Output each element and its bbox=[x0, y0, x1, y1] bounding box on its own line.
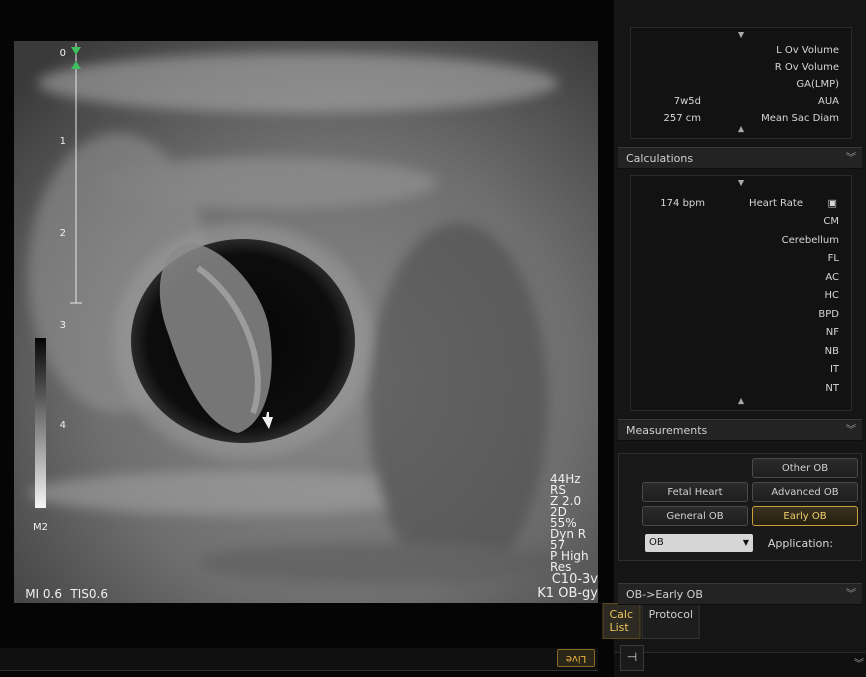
heart-rate-value: 174 bpm bbox=[660, 198, 705, 209]
collapse-chevron-icon[interactable]: ︽ bbox=[854, 656, 864, 671]
general-ob-button[interactable]: General OB bbox=[642, 506, 748, 526]
measurement-item[interactable]: IT bbox=[830, 365, 839, 376]
measurement-item[interactable]: CM bbox=[823, 217, 839, 228]
imaging-parameters: 44Hz RS Z 2.0 2D 55% Dyn R 57 P High Res bbox=[550, 472, 594, 574]
panel-top-strip: ︽ bbox=[614, 652, 866, 677]
pin-button[interactable]: ⊣ bbox=[620, 645, 644, 671]
application-block: Application: OB ▼ Early OB General OB Ad… bbox=[618, 453, 862, 561]
depth-tick-label: 2 bbox=[59, 228, 66, 239]
fetal-heart-button[interactable]: Fetal Heart bbox=[642, 482, 748, 502]
scroll-down-icon[interactable]: ▼ bbox=[631, 125, 851, 134]
chevron-down-icon: ︾ bbox=[846, 153, 856, 164]
heart-rate-marker-icon: ▣ bbox=[827, 198, 837, 209]
calculations-list: ▼ Mean Sac Diam 257 cm AUA 7w5d GA(LMP) R Ov … bbox=[630, 27, 852, 139]
calculation-item[interactable]: R Ov Volume bbox=[775, 62, 839, 73]
mi-readout: MI 0.6 bbox=[25, 587, 62, 601]
dropdown-arrow-icon: ▼ bbox=[742, 538, 749, 547]
section-ob-early[interactable]: OB->Early OB ︾ bbox=[618, 583, 862, 605]
measurement-item[interactable]: NT bbox=[825, 383, 839, 394]
measurement-item[interactable]: NB bbox=[825, 346, 839, 357]
measurement-item[interactable]: Cerebellum bbox=[782, 235, 839, 246]
depth-tick-label: 3 bbox=[59, 320, 66, 331]
imaging-param: Dyn R 57 bbox=[550, 527, 587, 552]
chevron-down-icon: ︾ bbox=[846, 589, 856, 600]
ultrasound-image bbox=[14, 41, 598, 603]
application-select[interactable]: OB ▼ bbox=[645, 534, 753, 552]
section-measurements[interactable]: Measurements ︾ bbox=[618, 419, 862, 441]
measurement-item[interactable]: HC bbox=[824, 291, 839, 302]
imaging-param: Res bbox=[550, 560, 572, 574]
application-label: Application: bbox=[767, 537, 833, 550]
status-bar: Live bbox=[0, 648, 598, 671]
preset-label: K1 OB-gy bbox=[537, 586, 598, 601]
gray-map-bar bbox=[35, 338, 46, 508]
measurement-item[interactable]: Heart Rate bbox=[749, 198, 803, 209]
calculation-value: 257 cm bbox=[663, 113, 701, 124]
live-button[interactable]: Live bbox=[557, 649, 595, 667]
scroll-up-icon[interactable]: ▲ bbox=[631, 31, 851, 40]
tis-readout: TIS0.6 bbox=[70, 587, 108, 601]
advanced-ob-button[interactable]: Advanced OB bbox=[752, 482, 858, 502]
measurements-list: ▼ NT IT NB NF BPD HC AC FL Cerebellum CM Heart Rat… bbox=[630, 175, 852, 411]
tab-protocol[interactable]: Protocol bbox=[641, 603, 700, 639]
scroll-up-icon[interactable]: ▲ bbox=[631, 179, 851, 188]
measurement-item[interactable]: FL bbox=[828, 254, 839, 265]
probe-label: C10-3v bbox=[551, 572, 598, 587]
chevron-down-icon: ︾ bbox=[846, 425, 856, 436]
depth-tick-label: 0 bbox=[59, 48, 66, 59]
calculation-item[interactable]: AUA bbox=[818, 96, 839, 107]
scroll-down-icon[interactable]: ▼ bbox=[631, 397, 851, 406]
section-calculations[interactable]: Calculations ︾ bbox=[618, 147, 862, 169]
calculation-value: 7w5d bbox=[673, 96, 701, 107]
calculation-item[interactable]: L Ov Volume bbox=[776, 45, 839, 56]
measurement-item[interactable]: BPD bbox=[818, 309, 839, 320]
measurement-item[interactable]: NF bbox=[826, 328, 839, 339]
early-ob-button[interactable]: Early OB bbox=[752, 506, 858, 526]
other-ob-button[interactable]: Other OB bbox=[752, 458, 858, 478]
calculation-item[interactable]: GA(LMP) bbox=[796, 79, 839, 90]
control-panel: ︽ ⊣ Protocol Calc List OB->Early OB ︾ Ap… bbox=[602, 0, 866, 677]
depth-tick-label: 1 bbox=[59, 136, 66, 147]
measurement-item[interactable]: AC bbox=[825, 272, 839, 283]
depth-tick-label: 4 bbox=[59, 420, 66, 431]
calculation-item[interactable]: Mean Sac Diam bbox=[761, 113, 839, 124]
ultrasound-viewport[interactable]: TIS0.6 MI 0.6 K1 OB-gy C10-3v M2 44Hz RS Z… bbox=[14, 41, 598, 603]
tab-calc-list[interactable]: Calc List bbox=[602, 603, 640, 639]
map-label: M2 bbox=[33, 522, 48, 533]
